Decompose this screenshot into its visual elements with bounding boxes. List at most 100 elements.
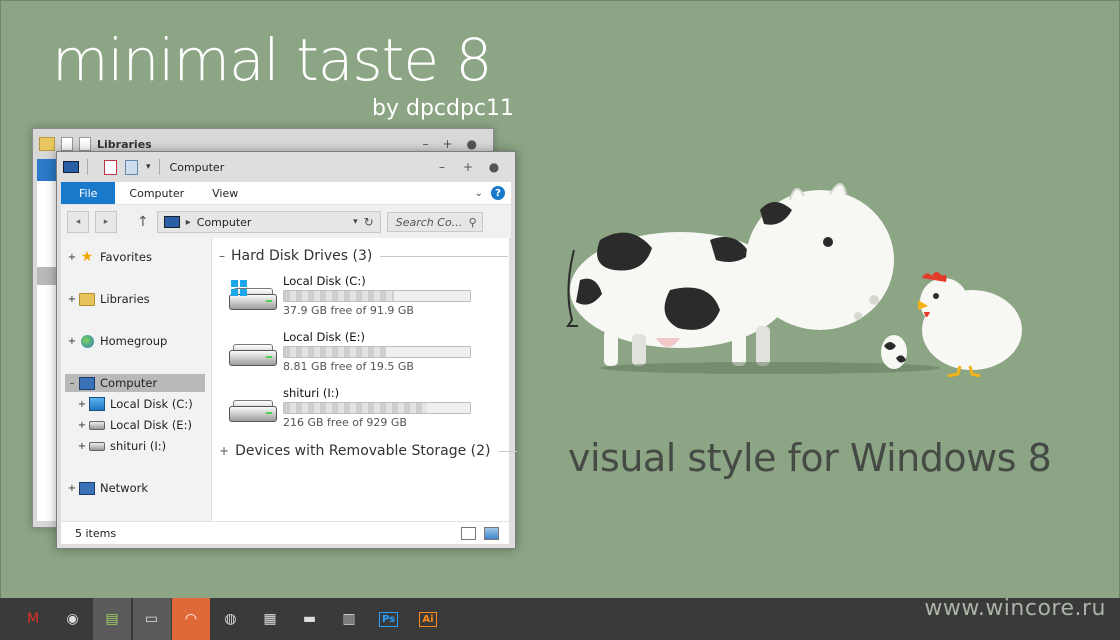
help-icon[interactable]: ? [491,186,505,200]
windows-logo-icon [231,280,247,296]
taskbar-headphones-button[interactable]: ◠ [172,598,210,640]
gmail-icon: M [26,611,40,627]
sidebar-item-homegroup[interactable]: + Homegroup [61,332,211,350]
taskbar-document-button[interactable]: ▥ [330,598,368,640]
sidebar-item-computer[interactable]: – Computer [65,374,205,392]
up-arrow-icon[interactable]: ↑ [137,214,149,230]
expand-icon[interactable]: + [77,441,87,452]
minimize-button[interactable]: – [422,137,428,151]
breadcrumb-separator[interactable]: ▸ [186,217,191,228]
drive-usage-bar [283,290,471,302]
drive-usage-bar [283,402,471,414]
sidebar-item-local-disk-e[interactable]: + Local Disk (E:) [61,416,211,434]
headphones-icon: ◠ [184,611,198,627]
new-folder-icon[interactable] [125,159,138,175]
tab-computer[interactable]: Computer [115,182,198,204]
minimize-button[interactable]: – [435,160,449,174]
explorer-icon: ▤ [105,611,119,627]
libraries-folder-icon [39,137,55,151]
titlebar-separator [158,159,160,175]
taskbar-window-button[interactable]: ▦ [251,598,289,640]
hard-drive-icon [229,344,277,366]
drive-free-space: 37.9 GB free of 91.9 GB [283,304,414,317]
taskbar-chrome-button[interactable]: ◉ [54,598,92,640]
sidebar-item-favorites[interactable]: + ★ Favorites [61,248,211,266]
expand-icon[interactable]: + [67,483,77,494]
search-placeholder: Search Co... [395,215,463,229]
navigation-pane[interactable]: + ★ Favorites + Libraries + Homegroup – … [61,238,212,521]
window-title: Computer [169,160,225,174]
taskbar-illustrator-button[interactable]: Ai [409,598,447,640]
maximize-button[interactable]: + [461,160,475,174]
taskbar-firefox-button[interactable]: ◍ [212,598,250,640]
sidebar-item-local-disk-c[interactable]: + Local Disk (C:) [61,395,211,413]
group-hard-disk-drives[interactable]: – Hard Disk Drives (3) [219,248,509,264]
quick-access-dropdown-icon[interactable]: ▾ [146,162,151,172]
computer-titlebar[interactable]: ▾ Computer – + ● [57,152,515,182]
details-view-button[interactable] [461,526,476,540]
list-item[interactable]: Local Disk (E:) 8.81 GB free of 19.5 GB [229,330,479,380]
sidebar-item-label: Network [100,481,149,495]
libraries-title: Libraries [97,137,152,151]
tab-view[interactable]: View [198,182,252,204]
expand-ribbon-icon[interactable]: ⌄ [475,188,483,199]
back-button[interactable]: ◂ [67,211,89,233]
hard-drive-icon [229,280,277,310]
refresh-icon[interactable]: ↻ [364,215,374,229]
sidebar-item-label: shituri (I:) [110,439,167,453]
expand-icon[interactable]: + [67,252,77,263]
sidebar-item-label: Favorites [100,250,152,264]
properties-icon[interactable] [104,159,117,175]
sidebar-item-libraries[interactable]: + Libraries [61,290,211,308]
drive-name: Local Disk (C:) [283,274,366,288]
group-label: Hard Disk Drives (3) [231,248,373,264]
homegroup-icon [80,334,94,348]
taskbar-explorer-button[interactable]: ▤ [93,598,131,640]
file-list[interactable]: – Hard Disk Drives (3) Local Disk (C:) 3… [211,238,517,521]
forward-button[interactable]: ▸ [95,211,117,233]
taskbar-photoshop-button[interactable]: Ps [370,598,408,640]
sidebar-item-label: Computer [100,376,158,390]
drive-icon [89,441,105,451]
drive-name: shituri (I:) [283,386,340,400]
drive-free-space: 216 GB free of 929 GB [283,416,407,429]
maximize-button[interactable]: + [442,137,452,151]
breadcrumb-computer[interactable]: Computer [197,216,252,229]
collapse-icon[interactable]: – [67,378,77,389]
taskbar-gmail-button[interactable]: M [14,598,52,640]
navigation-bar: ◂ ▸ ↑ ▸ Computer ▾ ↻ Search Co... ⚲ [61,205,511,240]
taskbar-computer-button[interactable]: ▭ [132,598,171,640]
expand-icon[interactable]: + [219,444,229,458]
tiles-view-button[interactable] [484,526,499,540]
group-removable-storage[interactable]: + Devices with Removable Storage (2) [219,443,517,459]
expand-icon[interactable]: + [77,420,87,431]
search-icon[interactable]: ⚲ [469,216,477,229]
egg-illustration [881,335,907,369]
tab-file[interactable]: File [61,182,116,204]
close-button[interactable]: ● [467,137,477,151]
collapse-icon[interactable]: – [219,249,225,263]
computer-window[interactable]: ▾ Computer – + ● File Computer View ⌄ ? … [56,151,517,549]
watermark: www.wincore.ru [924,596,1106,621]
computer-icon: ▭ [144,611,159,627]
properties-icon[interactable] [61,137,73,151]
sidebar-item-network[interactable]: + Network [61,479,211,497]
taskbar-clapper-button[interactable]: ▬ [291,598,329,640]
address-dropdown-icon[interactable]: ▾ [353,217,358,227]
address-bar[interactable]: ▸ Computer ▾ ↻ [156,211,381,233]
expand-icon[interactable]: + [77,399,87,410]
titlebar-separator [87,159,88,175]
expand-icon[interactable]: + [67,294,77,305]
sidebar-item-label: Homegroup [100,334,168,348]
list-item[interactable]: shituri (I:) 216 GB free of 929 GB [229,386,479,436]
search-input[interactable]: Search Co... ⚲ [386,212,483,232]
new-folder-icon[interactable] [79,137,91,151]
document-icon: ▥ [342,611,356,627]
close-button[interactable]: ● [487,160,501,174]
list-item[interactable]: Local Disk (C:) 37.9 GB free of 91.9 GB [229,274,479,324]
expand-icon[interactable]: + [67,336,77,347]
network-icon [79,481,95,495]
clapper-icon: ▬ [302,611,317,627]
computer-icon[interactable] [63,161,79,173]
sidebar-item-shituri[interactable]: + shituri (I:) [61,437,211,455]
